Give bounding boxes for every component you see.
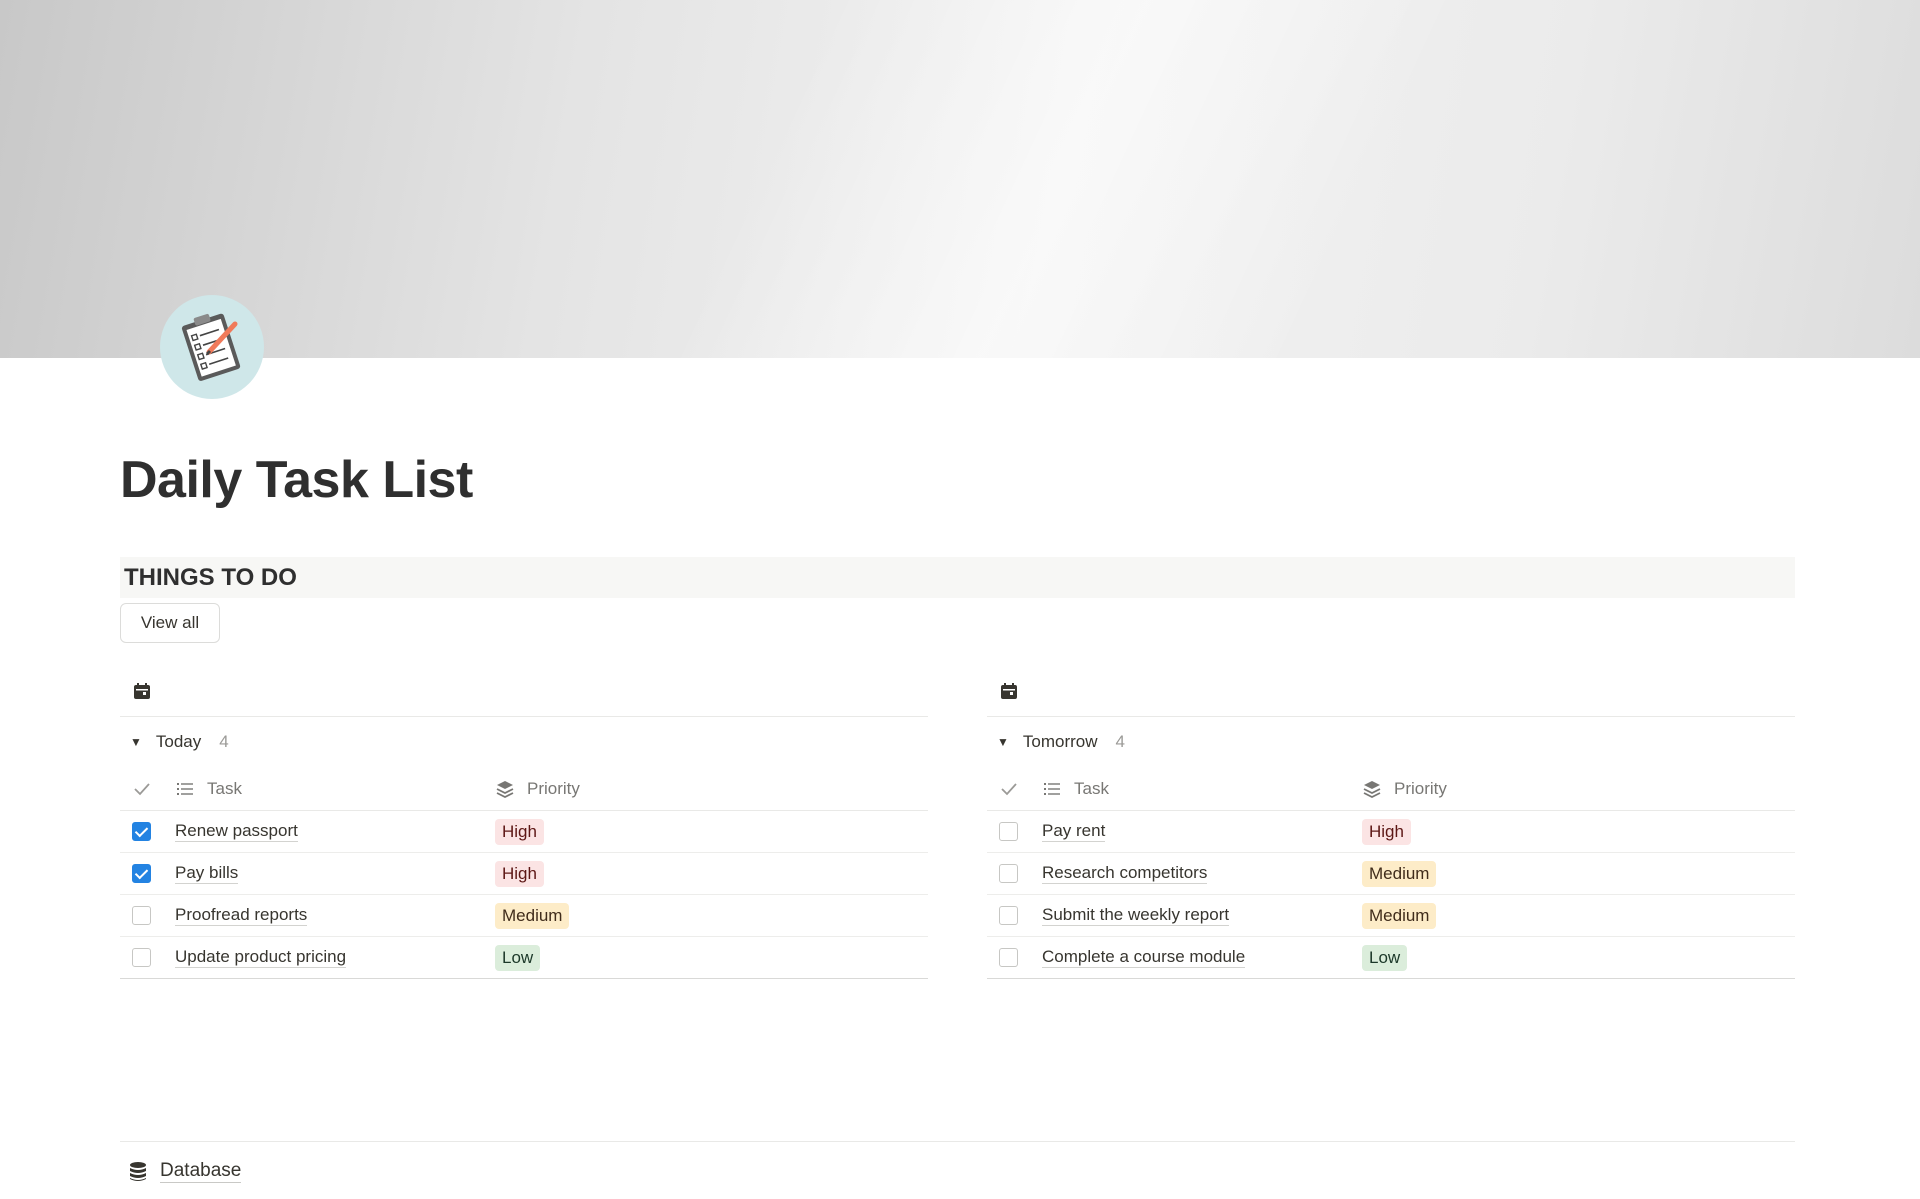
table-row[interactable]: Submit the weekly report Medium — [987, 895, 1795, 937]
view-all-button[interactable]: View all — [120, 603, 220, 643]
group-label: Tomorrow — [1022, 732, 1098, 751]
task-checkbox[interactable] — [999, 864, 1018, 883]
task-name[interactable]: Renew passport — [175, 821, 298, 842]
layers-icon — [1363, 780, 1381, 798]
priority-tag: Medium — [1362, 902, 1437, 929]
table-row[interactable]: Renew passport High — [120, 811, 928, 853]
priority-tag: High — [1362, 818, 1411, 845]
column-header-task[interactable]: Task — [1042, 779, 1362, 799]
task-checkbox[interactable] — [132, 906, 151, 925]
task-name[interactable]: Pay rent — [1042, 821, 1106, 842]
task-rows: Pay rent High Research competitors Mediu… — [987, 811, 1795, 979]
checkmark-icon[interactable] — [120, 779, 175, 799]
clipboard-checklist-icon[interactable] — [160, 295, 264, 399]
task-name[interactable]: Submit the weekly report — [1042, 905, 1230, 926]
table-row[interactable]: Complete a course module Low — [987, 937, 1795, 979]
board-tomorrow: ▼ Tomorrow 4 Task Priority Pay rent High… — [987, 670, 1795, 979]
layers-icon — [496, 780, 514, 798]
divider — [120, 1141, 1795, 1142]
list-icon — [177, 782, 193, 795]
group-toggle-tomorrow[interactable]: ▼ Tomorrow 4 — [987, 717, 1795, 767]
group-label: Today — [155, 732, 202, 751]
page-cover — [0, 0, 1920, 358]
group-count: 4 — [219, 732, 229, 751]
task-checkbox[interactable] — [999, 948, 1018, 967]
column-header-priority[interactable]: Priority — [495, 779, 580, 799]
priority-tag: High — [495, 818, 544, 845]
calendar-icon — [999, 681, 1019, 706]
database-icon — [130, 1161, 146, 1181]
task-name[interactable]: Research competitors — [1042, 863, 1208, 884]
task-checkbox[interactable] — [132, 948, 151, 967]
board-today: ▼ Today 4 Task Priority Renew passport H… — [120, 670, 928, 979]
list-icon — [1044, 782, 1060, 795]
task-name[interactable]: Complete a course module — [1042, 947, 1246, 968]
group-toggle-today[interactable]: ▼ Today 4 — [120, 717, 928, 767]
task-checkbox[interactable] — [999, 822, 1018, 841]
priority-tag: Medium — [495, 902, 570, 929]
table-row[interactable]: Pay rent High — [987, 811, 1795, 853]
task-checkbox[interactable] — [999, 906, 1018, 925]
table-row[interactable]: Update product pricing Low — [120, 937, 928, 979]
task-name[interactable]: Update product pricing — [175, 947, 347, 968]
group-count: 4 — [1115, 732, 1125, 751]
column-header-task[interactable]: Task — [175, 779, 495, 799]
task-name[interactable]: Pay bills — [175, 863, 239, 884]
task-checkbox[interactable] — [132, 864, 151, 883]
checkmark-icon[interactable] — [987, 779, 1042, 799]
column-header-priority[interactable]: Priority — [1362, 779, 1447, 799]
priority-tag: Low — [1362, 944, 1408, 971]
priority-tag: Low — [495, 944, 541, 971]
page-title: Daily Task List — [120, 451, 473, 509]
triangle-down-icon: ▼ — [997, 735, 1009, 749]
section-heading: THINGS TO DO — [120, 557, 1795, 598]
priority-tag: High — [495, 860, 544, 887]
board-header — [120, 670, 928, 717]
table-row[interactable]: Proofread reports Medium — [120, 895, 928, 937]
column-header-row: Task Priority — [987, 767, 1795, 811]
column-header-row: Task Priority — [120, 767, 928, 811]
task-rows: Renew passport High Pay bills High Proof… — [120, 811, 928, 979]
priority-tag: Medium — [1362, 860, 1437, 887]
table-row[interactable]: Pay bills High — [120, 853, 928, 895]
board-header — [987, 670, 1795, 717]
task-name[interactable]: Proofread reports — [175, 905, 308, 926]
triangle-down-icon: ▼ — [130, 735, 142, 749]
calendar-icon — [132, 681, 152, 706]
task-checkbox[interactable] — [132, 822, 151, 841]
table-row[interactable]: Research competitors Medium — [987, 853, 1795, 895]
database-link[interactable]: Database — [128, 1160, 242, 1183]
database-label: Database — [160, 1160, 242, 1183]
